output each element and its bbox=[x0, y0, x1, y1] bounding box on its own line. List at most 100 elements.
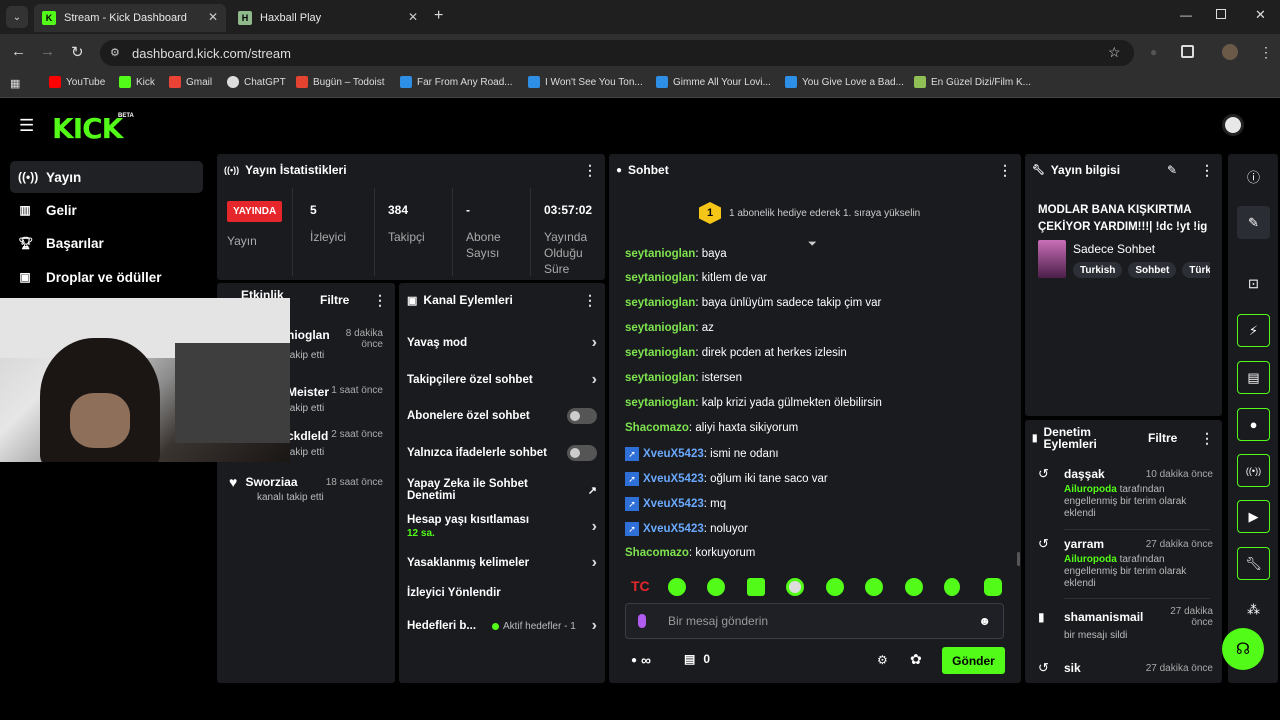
stream-info-menu-icon[interactable]: ⋮ bbox=[1200, 162, 1214, 179]
follower-count: 384 bbox=[388, 203, 409, 217]
bookmark-star-icon[interactable]: ☆ bbox=[1108, 44, 1121, 61]
bookmark-song-2[interactable]: I Won't See You Ton... bbox=[528, 76, 643, 88]
goals-item[interactable]: Hedefleri b... Aktif hedefler - 1 › bbox=[407, 617, 597, 635]
reload-icon[interactable]: ↻ bbox=[71, 43, 84, 61]
followers-only-item[interactable]: Takipçilere özel sohbet › bbox=[407, 371, 597, 389]
bookmark-youtube[interactable]: YouTube bbox=[49, 76, 105, 88]
chat-settings-icon[interactable]: ⚙ bbox=[877, 653, 888, 667]
category-thumbnail[interactable] bbox=[1038, 240, 1066, 278]
close-tab-icon[interactable]: ✕ bbox=[208, 10, 218, 24]
send-button[interactable]: Gönder bbox=[942, 647, 1005, 674]
chat-menu-icon[interactable]: ⋮ bbox=[998, 162, 1012, 179]
back-icon[interactable]: ← bbox=[11, 43, 26, 60]
emote-icon[interactable] bbox=[865, 578, 883, 596]
trash-icon: ▮ bbox=[1032, 432, 1038, 444]
broadcast-icon[interactable]: ((•)) bbox=[1237, 454, 1270, 487]
sidebar-item-yayin[interactable]: ((•)) Yayın bbox=[10, 161, 203, 193]
ai-moderation-item[interactable]: Yapay Zeka ile Sohbet Denetimi ↗ bbox=[407, 478, 597, 502]
bookmark-song-4[interactable]: You Give Love a Bad... bbox=[785, 76, 904, 88]
support-headset-icon[interactable]: ☊ bbox=[1222, 628, 1264, 670]
profile-avatar[interactable] bbox=[1222, 44, 1238, 60]
extension-icon[interactable]: ● bbox=[1150, 45, 1157, 59]
channel-points[interactable]: ● ∞ bbox=[631, 652, 651, 668]
chat-input[interactable]: Bir mesaj gönderin ☻ bbox=[625, 603, 1004, 639]
activity-filter-button[interactable]: Filtre bbox=[320, 293, 349, 307]
sidebar-item-basarilar[interactable]: 🏆︎ Başarılar bbox=[10, 227, 203, 259]
moderation-filter-button[interactable]: Filtre bbox=[1148, 431, 1177, 445]
address-bar[interactable]: dashboard.kick.com/stream bbox=[100, 40, 1134, 66]
bookmark-chatgpt[interactable]: ChatGPT bbox=[227, 76, 286, 88]
apps-grid-icon[interactable]: ▦ bbox=[10, 77, 20, 90]
video-icon[interactable]: ▶ bbox=[1237, 500, 1270, 533]
bookmark-todoist[interactable]: Bugün – Todoist bbox=[296, 76, 385, 88]
emote-icon[interactable] bbox=[707, 578, 725, 596]
tag-chip[interactable]: Turkish bbox=[1073, 262, 1123, 278]
emote-icon[interactable] bbox=[984, 578, 1002, 596]
subscribers-only-toggle[interactable] bbox=[567, 408, 597, 424]
screenshot-icon[interactable]: ⊡ bbox=[1237, 267, 1270, 300]
bookmark-song-3[interactable]: Gimme All Your Lovi... bbox=[656, 76, 771, 88]
new-tab-button[interactable]: + bbox=[434, 7, 443, 25]
close-tab-icon[interactable]: ✕ bbox=[408, 10, 418, 24]
user-avatar[interactable] bbox=[1222, 114, 1244, 136]
emote-icon[interactable] bbox=[747, 578, 765, 596]
emote-icon[interactable] bbox=[826, 578, 844, 596]
tab-search-button[interactable]: ⌄ bbox=[6, 6, 28, 28]
emoji-picker-icon[interactable]: ☻ bbox=[978, 614, 991, 628]
category-name[interactable]: Sadece Sohbet bbox=[1073, 242, 1155, 256]
emote-icon[interactable] bbox=[668, 578, 686, 596]
minimize-icon[interactable]: — bbox=[1180, 8, 1192, 22]
emote-icon[interactable] bbox=[944, 578, 960, 596]
tab-haxball[interactable]: H Haxball Play ✕ bbox=[230, 4, 426, 32]
store-button[interactable]: ▤ 0 bbox=[684, 652, 710, 666]
browser-menu-icon[interactable]: ⋮ bbox=[1259, 44, 1273, 61]
bookmark-gmail[interactable]: Gmail bbox=[169, 76, 212, 88]
activity-menu-icon[interactable]: ⋮ bbox=[373, 292, 387, 309]
emote-icon[interactable] bbox=[905, 578, 923, 596]
info-icon[interactable]: ⓘ bbox=[1237, 160, 1270, 193]
viewer-label: İzleyici bbox=[310, 230, 347, 244]
hamburger-menu-icon[interactable]: ☰ bbox=[19, 116, 34, 136]
tag-chip[interactable]: Türk bbox=[1182, 262, 1210, 278]
banned-words-item[interactable]: Yasaklanmış kelimeler › bbox=[407, 554, 597, 572]
stats-menu-icon[interactable]: ⋮ bbox=[583, 162, 597, 179]
undo-icon[interactable]: ↺ bbox=[1038, 466, 1064, 482]
chat-message: ➚ XveuX5423: mq bbox=[625, 497, 726, 511]
tab-kick-dashboard[interactable]: K Stream - Kick Dashboard ✕ bbox=[34, 4, 226, 32]
emote-tr[interactable]: TC bbox=[631, 578, 650, 594]
lightning-icon[interactable]: ⚡︎ bbox=[1237, 314, 1270, 347]
raid-viewers-item[interactable]: İzleyici Yönlendir bbox=[407, 587, 597, 599]
moderation-menu-icon[interactable]: ⋮ bbox=[1200, 430, 1214, 447]
points-icon[interactable]: ⁂ bbox=[1237, 593, 1270, 626]
bookmark-kick[interactable]: Kick bbox=[119, 76, 155, 88]
restore-icon[interactable] bbox=[1216, 9, 1226, 19]
slow-mode-item[interactable]: Yavaş mod › bbox=[407, 334, 597, 352]
emote-icon[interactable] bbox=[786, 578, 804, 596]
kick-logo[interactable]: KICK bbox=[52, 112, 123, 145]
close-window-icon[interactable]: ✕ bbox=[1255, 7, 1266, 23]
chat-bubble-icon[interactable]: ● bbox=[1237, 408, 1270, 441]
microphone-icon[interactable] bbox=[638, 614, 646, 628]
site-info-icon[interactable]: ⚙ bbox=[110, 46, 120, 59]
forward-icon[interactable]: → bbox=[40, 43, 55, 60]
sidebar-item-droplar[interactable]: ▣ Droplar ve ödüller bbox=[10, 261, 203, 293]
gift-leaderboard-banner[interactable]: 1 1 abonelik hediye ederek 1. sıraya yük… bbox=[699, 202, 920, 224]
sidebar-item-gelir[interactable]: ▥ Gelir bbox=[10, 194, 203, 226]
emotes-only-item[interactable]: Yalnızca ifadelerle sohbet bbox=[407, 445, 597, 461]
edit-pencil-icon[interactable]: ✎ bbox=[1237, 206, 1270, 239]
account-age-item[interactable]: Hesap yaşı kısıtlaması 12 sa. › bbox=[407, 514, 597, 539]
quick-emote-icon[interactable]: ✿ bbox=[910, 651, 922, 668]
bookmark-song-1[interactable]: Far From Any Road... bbox=[400, 76, 513, 88]
bookmark-films[interactable]: En Güzel Dizi/Film K... bbox=[914, 76, 1031, 88]
subscribers-only-item[interactable]: Abonelere özel sohbet bbox=[407, 408, 597, 424]
channel-actions-menu-icon[interactable]: ⋮ bbox=[583, 292, 597, 309]
emotes-only-toggle[interactable] bbox=[567, 445, 597, 461]
extensions-puzzle-icon[interactable] bbox=[1181, 45, 1194, 58]
undo-icon[interactable]: ↺ bbox=[1038, 536, 1064, 552]
notes-icon[interactable]: ▤ bbox=[1237, 361, 1270, 394]
wrench-icon[interactable]: 🔧︎ bbox=[1237, 547, 1270, 580]
chat-scrollbar[interactable] bbox=[1017, 552, 1020, 566]
tag-chip[interactable]: Sohbet bbox=[1128, 262, 1177, 278]
undo-icon[interactable]: ↺ bbox=[1038, 660, 1064, 676]
edit-pencil-icon[interactable]: ✎ bbox=[1167, 163, 1177, 177]
